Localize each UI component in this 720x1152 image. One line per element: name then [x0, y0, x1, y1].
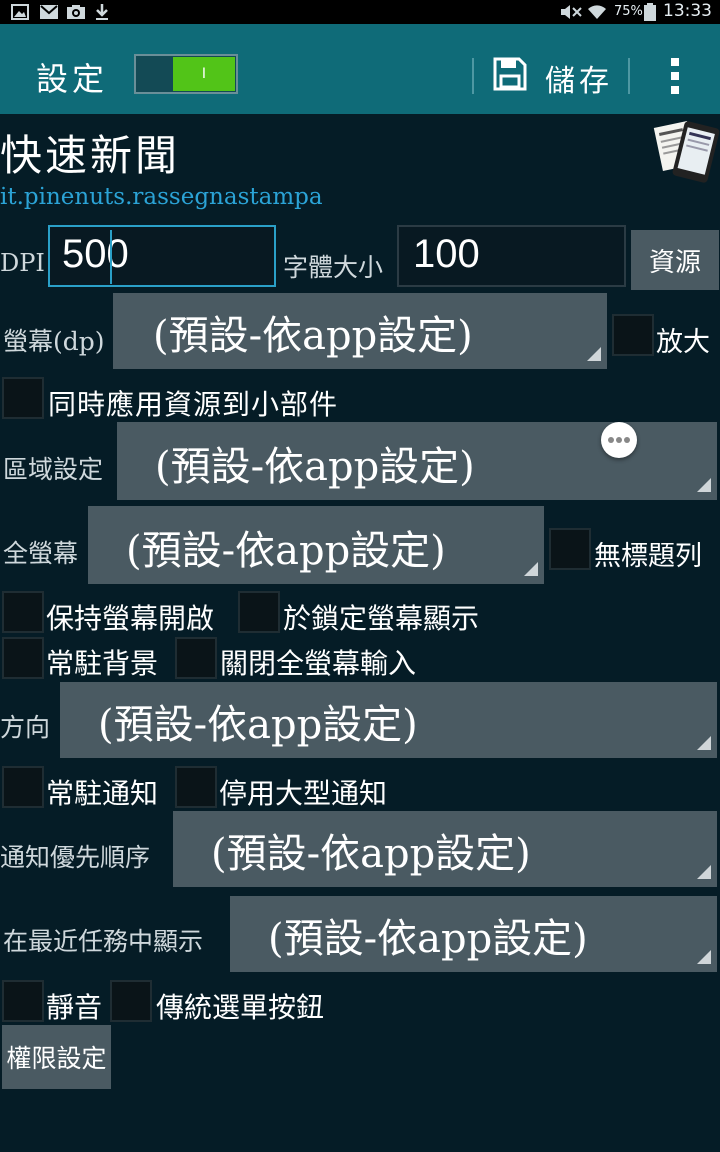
recent-tasks-label: 在最近任務中顯示 [3, 927, 204, 956]
clock: 13:33 [663, 1, 712, 21]
package-name: it.pinenuts.rassegnastampa [0, 184, 323, 210]
floating-more-icon[interactable] [601, 422, 637, 458]
overflow-menu-icon[interactable] [668, 56, 682, 96]
fullscreen-spinner-value: (預設-依app設定) [126, 528, 446, 574]
toggle-thumb[interactable]: I [173, 57, 235, 91]
app-name: 快速新聞 [0, 131, 181, 180]
dpi-value: 500 [62, 232, 129, 276]
recent-tasks-spinner[interactable]: (預設-依app設定) [230, 896, 717, 972]
show-on-lockscreen-checkbox[interactable] [238, 591, 280, 633]
zoom-label: 放大 [656, 327, 710, 358]
close-fullscreen-input-label: 關閉全螢幕輸入 [220, 647, 417, 680]
dropdown-arrow-icon [697, 865, 711, 879]
persistent-notification-label: 常駐通知 [46, 777, 159, 810]
keep-screen-on-label: 保持螢幕開啟 [46, 602, 215, 635]
persistent-background-checkbox[interactable] [2, 637, 44, 679]
battery-icon [643, 3, 657, 21]
mute-checkbox[interactable] [2, 980, 44, 1022]
locale-spinner-value: (預設-依app設定) [155, 444, 475, 490]
page-title: 設定 [36, 60, 109, 98]
disable-big-notification-checkbox[interactable] [175, 766, 217, 808]
orientation-label: 方向 [0, 713, 51, 742]
download-icon [92, 3, 112, 21]
resources-button[interactable]: 資源 [631, 230, 719, 290]
close-fullscreen-input-checkbox[interactable] [175, 637, 217, 679]
orientation-spinner[interactable]: (預設-依app設定) [60, 682, 717, 758]
persistent-background-label: 常駐背景 [46, 647, 159, 680]
font-size-label: 字體大小 [283, 253, 384, 282]
gallery-icon [10, 3, 30, 21]
zoom-checkbox[interactable] [612, 314, 654, 356]
gmail-icon [38, 3, 60, 21]
dropdown-arrow-icon [697, 736, 711, 750]
notification-priority-spinner[interactable]: (預設-依app設定) [173, 811, 717, 887]
camera-icon [65, 3, 87, 21]
mute-icon [558, 3, 584, 21]
dropdown-arrow-icon [697, 478, 711, 492]
orientation-spinner-value: (預設-依app設定) [98, 702, 418, 748]
save-button[interactable]: 儲存 [545, 56, 613, 100]
no-title-checkbox[interactable] [549, 528, 591, 570]
legacy-menu-button-label: 傳統選單按鈕 [156, 991, 325, 1024]
screen-spinner-value: (預設-依app設定) [153, 313, 473, 359]
save-icon[interactable] [492, 56, 528, 92]
text-cursor [110, 230, 112, 284]
action-divider [628, 58, 630, 94]
notification-priority-spinner-value: (預設-依app設定) [211, 831, 531, 877]
disable-big-notification-label: 停用大型通知 [219, 777, 388, 810]
fullscreen-label: 全螢幕 [3, 539, 79, 568]
fullscreen-spinner[interactable]: (預設-依app設定) [88, 506, 544, 584]
dpi-label: DPI [0, 249, 45, 277]
dropdown-arrow-icon [587, 347, 601, 361]
apply-widgets-checkbox[interactable] [2, 377, 44, 419]
font-size-value: 100 [413, 232, 480, 276]
recent-tasks-spinner-value: (預設-依app設定) [268, 916, 588, 962]
no-title-label: 無標題列 [594, 541, 702, 572]
apply-widgets-label: 同時應用資源到小部件 [48, 388, 339, 421]
permissions-button[interactable]: 權限設定 [2, 1025, 111, 1089]
screen-spinner[interactable]: (預設-依app設定) [113, 293, 607, 369]
legacy-menu-button-checkbox[interactable] [110, 980, 152, 1022]
app-icon [650, 114, 720, 184]
locale-label: 區域設定 [3, 455, 104, 484]
battery-percent: 75% [614, 4, 643, 19]
persistent-notification-checkbox[interactable] [2, 766, 44, 808]
wifi-icon [586, 3, 608, 21]
dropdown-arrow-icon [697, 950, 711, 964]
screen-label: 螢幕(dp) [3, 327, 105, 356]
mute-label: 靜音 [46, 991, 103, 1024]
keep-screen-on-checkbox[interactable] [2, 591, 44, 633]
notification-priority-label: 通知優先順序 [0, 843, 151, 872]
action-divider [472, 58, 474, 94]
show-on-lockscreen-label: 於鎖定螢幕顯示 [283, 602, 480, 635]
dropdown-arrow-icon [524, 562, 538, 576]
